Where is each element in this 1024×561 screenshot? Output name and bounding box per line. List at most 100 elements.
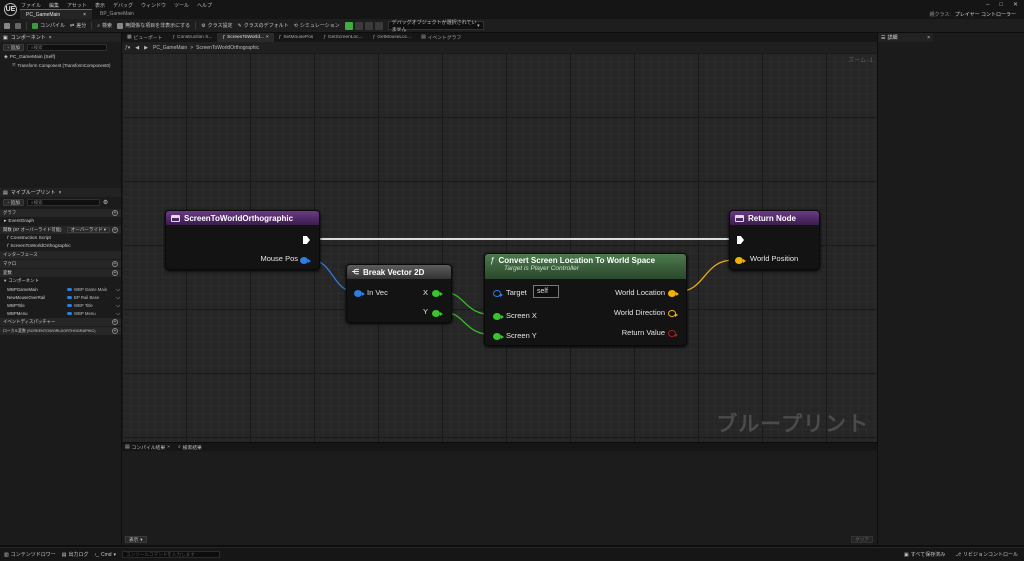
eye-icon[interactable]: ◡ [116, 302, 120, 308]
output-log-button[interactable]: ▤ 出力ログ [62, 551, 89, 559]
close-icon[interactable]: × [266, 35, 269, 40]
component-item-self[interactable]: ◈ PC_GameMain (Self) [0, 53, 121, 61]
find-button[interactable]: ⌕ 検索 [97, 22, 112, 30]
tab-getmouseloc[interactable]: ƒ GetMouseLoc... [368, 33, 417, 42]
breadcrumb-current[interactable]: ScreenToWorldOrthographic [196, 45, 259, 51]
tab-setmousepos[interactable]: ƒ SetMousePos [274, 33, 319, 42]
function-entry-node[interactable]: ScreenToWorldOrthographic Mouse Pos [165, 210, 320, 270]
eye-icon[interactable]: ◡ [116, 294, 120, 300]
pause-icon[interactable] [354, 21, 363, 30]
class-settings-button[interactable]: ⚙ クラス設定 [201, 22, 232, 30]
content-drawer-button[interactable]: ▥ コンテンツドロワー [4, 551, 56, 559]
break-vector-node[interactable]: ⋲ Break Vector 2D In Vec X Y [346, 264, 452, 323]
maximize-icon[interactable]: □ [999, 2, 1003, 8]
add-graph-icon[interactable]: + [112, 210, 118, 216]
close-icon[interactable]: × [58, 190, 61, 196]
menu-asset[interactable]: アセット [67, 2, 87, 9]
add-dispatcher-icon[interactable]: + [112, 319, 118, 325]
revision-control-button[interactable]: ⎇ リビジョンコントロール [955, 551, 1018, 559]
variable-row[interactable]: WBPGameMain WBP Game Main ◡ [0, 285, 121, 293]
save-all-button[interactable]: ▣ すべて保存済み [904, 551, 945, 559]
function-menu-icon[interactable]: ƒ▾ [125, 45, 130, 51]
event-graph-item[interactable]: ▸ EventGraph [0, 217, 121, 225]
hide-unrelated-button[interactable]: 無関係な項目を非表示にする [117, 22, 190, 29]
target-pin[interactable] [493, 290, 503, 297]
save-icon[interactable] [4, 22, 10, 29]
minimize-icon[interactable]: – [986, 2, 989, 8]
tab-event-graph[interactable]: ▤ イベントグラフ [416, 33, 466, 42]
variables-category[interactable]: 変数 + [0, 269, 121, 277]
browse-icon[interactable] [15, 22, 21, 29]
x-pin[interactable] [432, 290, 443, 297]
y-pin[interactable] [432, 310, 443, 317]
dispatchers-category[interactable]: イベントディスパッチャー + [0, 318, 121, 326]
close-icon[interactable]: × [83, 12, 86, 18]
world-position-pin[interactable] [735, 257, 746, 264]
menu-debug[interactable]: デバッグ [113, 2, 133, 9]
add-member-button[interactable]: + 追加 [3, 199, 24, 206]
return-node[interactable]: Return Node World Position [729, 210, 820, 270]
diff-button[interactable]: ⇄ 差分 [70, 22, 86, 30]
add-local-icon[interactable]: + [112, 328, 118, 334]
tab-screentoworld[interactable]: ƒ ScreenToWorld... × [217, 33, 274, 42]
back-arrow-icon[interactable]: ◀ [135, 45, 139, 51]
menu-window[interactable]: ウィンドウ [141, 2, 166, 9]
close-window-icon[interactable]: ✕ [1013, 1, 1018, 8]
doc-tab-bp-gamemain[interactable]: BP_GameMain [94, 9, 154, 19]
class-defaults-button[interactable]: ✎ クラスのデフォルト [238, 22, 289, 30]
my-blueprint-tab[interactable]: ▤ マイブループリント × [0, 188, 121, 197]
compile-button[interactable]: コンパイル [32, 22, 65, 29]
eye-icon[interactable]: ◡ [116, 310, 120, 316]
unreal-logo-icon[interactable]: UE [4, 3, 17, 16]
functions-category[interactable]: 関数 (87 オーバーライド可能) オーバーライド ▾ + [0, 226, 121, 234]
add-function-icon[interactable]: + [112, 227, 118, 233]
convert-screen-location-node[interactable]: ƒ Convert Screen Location To World Space… [484, 253, 687, 346]
function-item-screentoworld[interactable]: f ScreenToWorldOrthographic [0, 242, 121, 250]
eye-icon[interactable]: ◡ [116, 286, 120, 292]
skip-icon[interactable] [374, 21, 383, 30]
world-direction-pin[interactable] [668, 310, 678, 317]
clear-button[interactable]: クリア [851, 536, 873, 543]
cmd-dropdown[interactable]: ›_ Cmd ▾ [95, 552, 117, 558]
screen-x-pin[interactable] [493, 313, 504, 320]
exec-in-pin[interactable] [737, 236, 744, 244]
exec-out-pin[interactable] [303, 236, 310, 244]
interfaces-category[interactable]: インターフェース [0, 251, 121, 259]
close-icon[interactable]: × [167, 445, 170, 450]
debug-object-select[interactable]: デバッグオブジェクトが選択されていません ▾ [387, 20, 484, 33]
doc-tab-pc-gamemain[interactable]: PC_GameMain × [20, 9, 92, 19]
my-blueprint-search-input[interactable]: ⌕ 検索 [26, 199, 100, 206]
step-icon[interactable] [364, 21, 373, 30]
menu-view[interactable]: 表示 [95, 2, 105, 9]
variable-row[interactable]: WBPTitle WBP Title ◡ [0, 301, 121, 309]
world-location-pin[interactable] [668, 290, 679, 297]
return-value-pin[interactable] [668, 330, 678, 337]
tab-construction-script[interactable]: ƒ Construction S... [167, 33, 217, 42]
tab-compiler-results[interactable]: ▤ コンパイル結果 × [125, 444, 170, 451]
variable-row[interactable]: WBPMenu WBP Menu ◡ [0, 309, 121, 317]
local-variables-category[interactable]: ローカル変数 (SCREENTOWORLDORTHOGRAPHIC) + [0, 327, 121, 335]
target-self-input[interactable]: self [533, 285, 559, 298]
parent-class-value[interactable]: プレイヤー コントローラー [955, 11, 1016, 18]
add-macro-icon[interactable]: + [112, 261, 118, 267]
override-dropdown[interactable]: オーバーライド ▾ [66, 227, 110, 233]
menu-tools[interactable]: ツール [174, 2, 189, 9]
graphs-category[interactable]: グラフ + [0, 209, 121, 217]
components-search-input[interactable]: ⌕ 検索 [26, 44, 107, 51]
component-item-transform[interactable]: ⤧ Transform Component (TransformComponen… [0, 61, 121, 69]
menu-file[interactable]: ファイル [21, 2, 41, 9]
graph-canvas[interactable]: ズーム -1 ScreenToWorldOrthographic Mouse P… [122, 53, 877, 442]
simulation-button[interactable]: ⟲ シミュレーション [294, 22, 340, 30]
tab-find-results[interactable]: ⌕ 検索結果 [178, 444, 202, 451]
menu-help[interactable]: ヘルプ [197, 2, 212, 9]
details-tab[interactable]: ☰ 詳細 × [878, 33, 933, 42]
add-component-button[interactable]: + 追加 [3, 44, 24, 51]
play-icon[interactable] [344, 21, 353, 30]
components-tab[interactable]: ▣ コンポーネント × [0, 33, 121, 42]
close-icon[interactable]: × [49, 35, 52, 41]
variable-row[interactable]: NewMouseOverRail BP Rail Base ◡ [0, 293, 121, 301]
console-command-input[interactable]: コンソールコマンドを入力します [122, 551, 221, 558]
forward-arrow-icon[interactable]: ▶ [144, 45, 148, 51]
gear-icon[interactable]: ⚙ [103, 199, 108, 206]
tab-viewport[interactable]: ▦ ビューポート [122, 33, 167, 42]
